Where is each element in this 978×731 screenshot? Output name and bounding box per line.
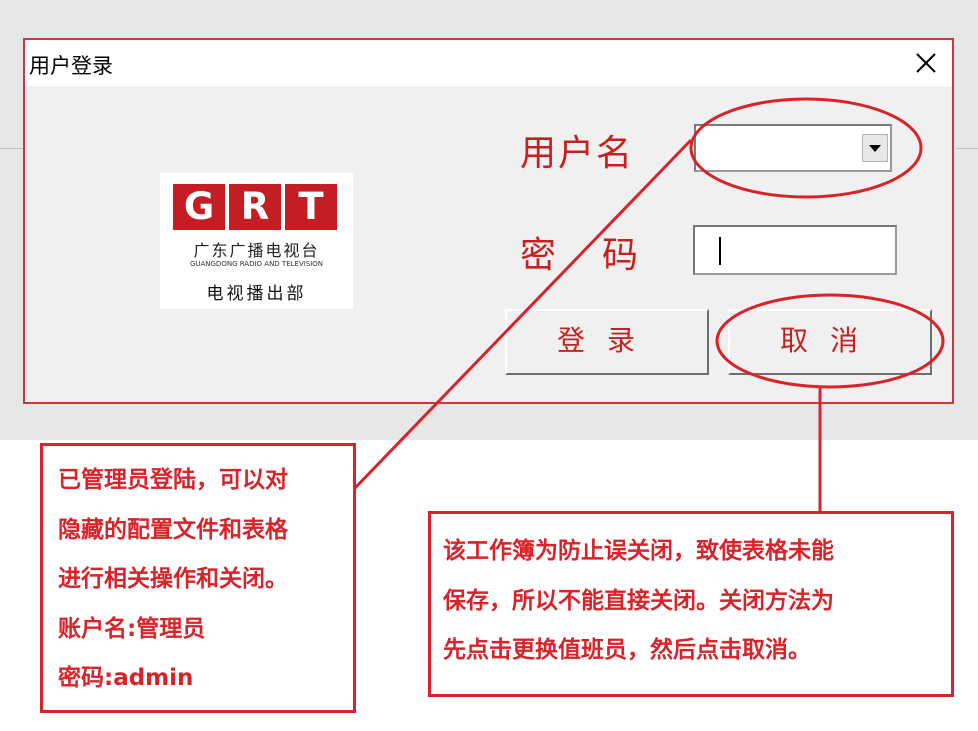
admin-login-note: 已管理员登陆，可以对 隐藏的配置文件和表格 进行相关操作和关闭。 账户名:管理员… <box>40 443 356 713</box>
note-line: 账户名:管理员 <box>58 615 206 642</box>
note-line: 进行相关操作和关闭。 <box>58 566 288 592</box>
note-line: 隐藏的配置文件和表格 <box>58 516 288 543</box>
note-line: 保存，所以不能直接关闭。关闭方法为 <box>443 587 834 614</box>
note-line: 先点击更换值班员，然后点击取消。 <box>443 637 811 663</box>
highlight-cancel-ellipse <box>715 293 945 389</box>
note-line: 已管理员登陆，可以对 <box>58 467 288 493</box>
connector-line <box>353 138 693 490</box>
close-method-note: 该工作簿为防止误关闭，致使表格未能 保存，所以不能直接关闭。关闭方法为 先点击更… <box>428 511 954 697</box>
note-line: 该工作簿为防止误关闭，致使表格未能 <box>443 538 834 564</box>
highlight-username-ellipse <box>689 97 923 199</box>
note-line: 密码:admin <box>58 665 194 691</box>
